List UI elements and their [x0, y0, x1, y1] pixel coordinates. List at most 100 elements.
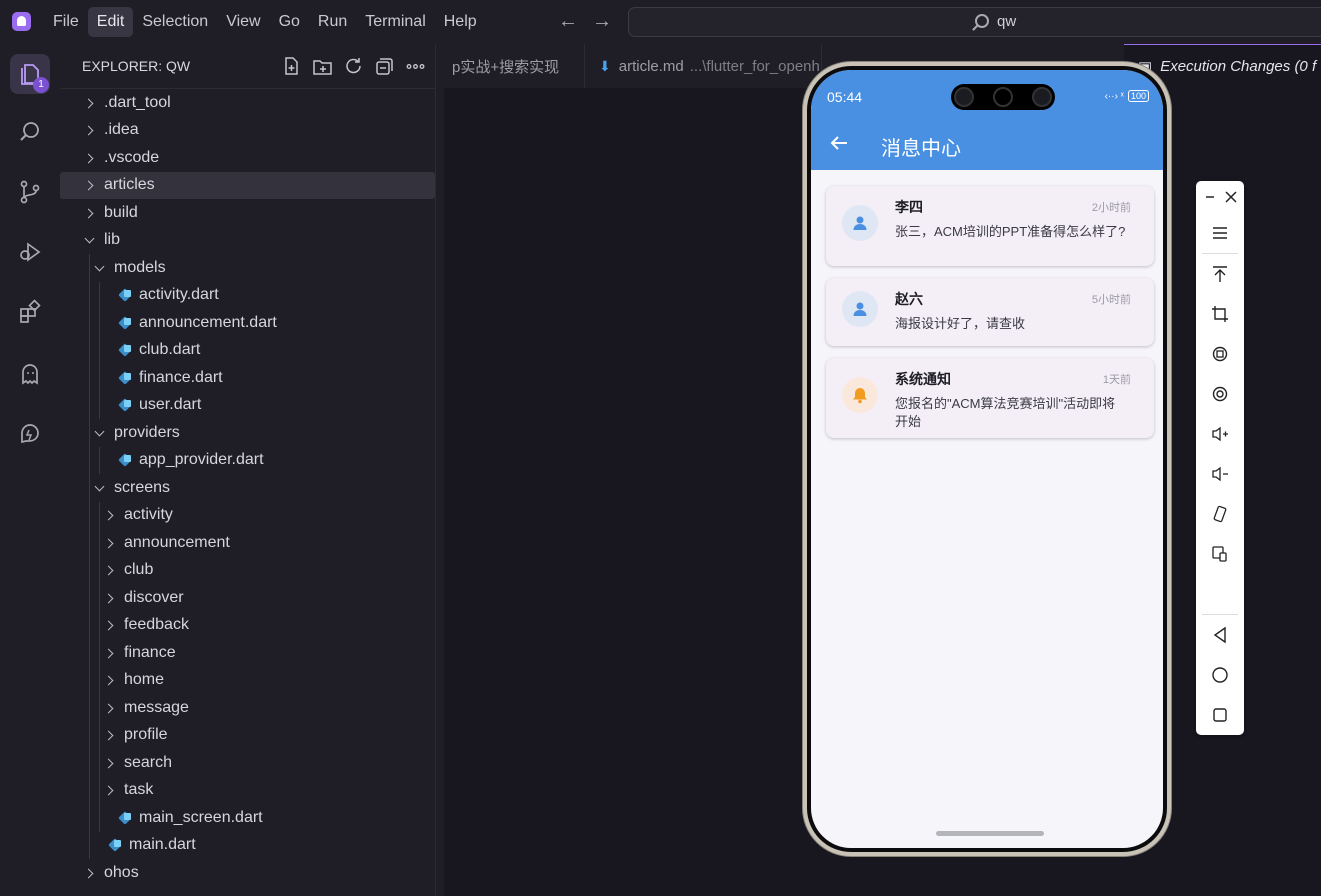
source-control-icon[interactable]: [10, 172, 50, 212]
tree-folder-item[interactable]: models: [60, 254, 436, 282]
record-icon[interactable]: [1208, 382, 1232, 406]
tree-folder-item[interactable]: articles: [60, 171, 435, 199]
menu-selection[interactable]: Selection: [133, 7, 217, 37]
chevron-right-icon: [82, 123, 96, 137]
ghost-icon[interactable]: [10, 354, 50, 394]
close-icon[interactable]: [1219, 185, 1243, 209]
indent-guide: [89, 529, 90, 557]
tree-folder-item[interactable]: message: [60, 694, 436, 722]
tree-folder-item[interactable]: .dart_tool: [60, 89, 436, 117]
menu-help[interactable]: Help: [435, 7, 486, 37]
search-input[interactable]: qw: [997, 13, 1016, 30]
back-arrow-icon[interactable]: ←: [558, 10, 578, 33]
tree-folder-item[interactable]: home: [60, 666, 436, 694]
tree-file-item[interactable]: club.dart: [60, 336, 436, 364]
tree-file-item[interactable]: activity.dart: [60, 281, 436, 309]
tree-folder-item[interactable]: screens: [60, 474, 436, 502]
nav-home-icon[interactable]: [1208, 663, 1232, 687]
tree-file-item[interactable]: user.dart: [60, 391, 436, 419]
assistant-icon[interactable]: [10, 414, 50, 454]
message-card[interactable]: 赵六 5小时前 海报设计好了，请查收: [826, 278, 1154, 346]
menu-edit[interactable]: Edit: [87, 7, 134, 37]
menu-icon[interactable]: [1208, 221, 1232, 245]
indent-guide: [89, 639, 90, 667]
indent-guide: [89, 804, 90, 832]
tree-folder-item[interactable]: .idea: [60, 117, 436, 145]
tree-file-item[interactable]: main.dart: [60, 831, 436, 859]
tree-item-label: main_screen.dart: [139, 808, 263, 826]
volume-down-icon[interactable]: [1208, 462, 1232, 486]
tree-folder-item[interactable]: task: [60, 776, 436, 804]
tree-folder-item[interactable]: announcement: [60, 529, 436, 557]
tree-folder-item[interactable]: club: [60, 556, 436, 584]
tree-folder-item[interactable]: lib: [60, 227, 436, 255]
multi-device-icon[interactable]: [1208, 542, 1232, 566]
run-debug-icon[interactable]: [10, 232, 50, 272]
menu-go[interactable]: Go: [270, 7, 309, 37]
tree-folder-item[interactable]: finance: [60, 639, 436, 667]
indent-guide: [89, 281, 90, 309]
dart-file-icon: [118, 811, 132, 825]
tab-article-md[interactable]: ⬇ article.md ...\flutter_for_openh: [585, 44, 822, 88]
refresh-icon[interactable]: [343, 56, 364, 77]
avatar: [842, 291, 878, 327]
tree-folder-item[interactable]: providers: [60, 419, 436, 447]
forward-arrow-icon[interactable]: →: [592, 10, 612, 33]
command-search-box[interactable]: qw: [628, 7, 1321, 37]
tree-folder-item[interactable]: feedback: [60, 611, 436, 639]
tree-folder-item[interactable]: profile: [60, 721, 436, 749]
tree-folder-item[interactable]: ohos: [60, 859, 436, 887]
tree-file-item[interactable]: finance.dart: [60, 364, 436, 392]
app-logo-icon: [12, 12, 31, 31]
tree-folder-item[interactable]: .vscode: [60, 144, 436, 172]
screen-rotate-icon[interactable]: [1208, 502, 1232, 526]
tree-folder-item[interactable]: discover: [60, 584, 436, 612]
crop-icon[interactable]: [1208, 302, 1232, 326]
tree-item-label: activity: [124, 506, 173, 524]
indent-guide: [89, 419, 90, 447]
nav-recents-icon[interactable]: [1208, 703, 1232, 727]
new-file-icon[interactable]: [281, 56, 302, 77]
tree-item-label: user.dart: [139, 396, 202, 414]
tree-file-item[interactable]: main_screen.dart: [60, 804, 436, 832]
message-card[interactable]: 李四 2小时前 张三，ACM培训的PPT准备得怎么样了?: [826, 186, 1154, 266]
separator: [1202, 253, 1238, 254]
indent-guide: [99, 281, 100, 309]
indent-guide: [99, 749, 100, 777]
indent-guide: [89, 501, 90, 529]
nav-back-icon[interactable]: [1208, 623, 1232, 647]
rotate-icon[interactable]: [1208, 342, 1232, 366]
menu-view[interactable]: View: [217, 7, 269, 37]
volume-up-icon[interactable]: [1208, 422, 1232, 446]
pin-top-icon[interactable]: [1208, 262, 1232, 286]
dart-file-icon: [118, 371, 132, 385]
indent-guide: [89, 831, 90, 859]
indent-guide: [99, 804, 100, 832]
home-indicator[interactable]: [936, 831, 1044, 836]
tree-folder-item[interactable]: activity: [60, 501, 436, 529]
tree-item-label: feedback: [124, 616, 189, 634]
back-arrow-icon[interactable]: [829, 133, 849, 153]
person-icon: [853, 216, 867, 230]
collapse-all-icon[interactable]: [374, 56, 395, 77]
menu-file[interactable]: File: [44, 7, 88, 37]
menu-run[interactable]: Run: [309, 7, 356, 37]
tree-folder-item[interactable]: search: [60, 749, 436, 777]
extensions-icon[interactable]: [10, 292, 50, 332]
tree-folder-item[interactable]: build: [60, 199, 436, 227]
more-actions-icon[interactable]: [405, 56, 426, 77]
explorer-icon[interactable]: 1: [10, 54, 50, 94]
menu-terminal[interactable]: Terminal: [356, 7, 434, 37]
tree-item-label: announcement.dart: [139, 313, 277, 331]
message-card[interactable]: 系统通知 1天前 您报名的"ACM算法竞赛培训"活动即将开始: [826, 358, 1154, 438]
search-view-icon[interactable]: [10, 112, 50, 152]
tab-search-impl[interactable]: p实战+搜索实现: [438, 44, 585, 88]
tree-file-item[interactable]: app_provider.dart: [60, 446, 436, 474]
tree-item-label: club.dart: [139, 341, 201, 359]
dart-file-icon: [118, 288, 132, 302]
tree-item-label: message: [124, 698, 189, 716]
tree-item-label: app_provider.dart: [139, 451, 264, 469]
new-folder-icon[interactable]: [312, 56, 333, 77]
tree-file-item[interactable]: announcement.dart: [60, 309, 436, 337]
bell-icon: [842, 377, 878, 413]
